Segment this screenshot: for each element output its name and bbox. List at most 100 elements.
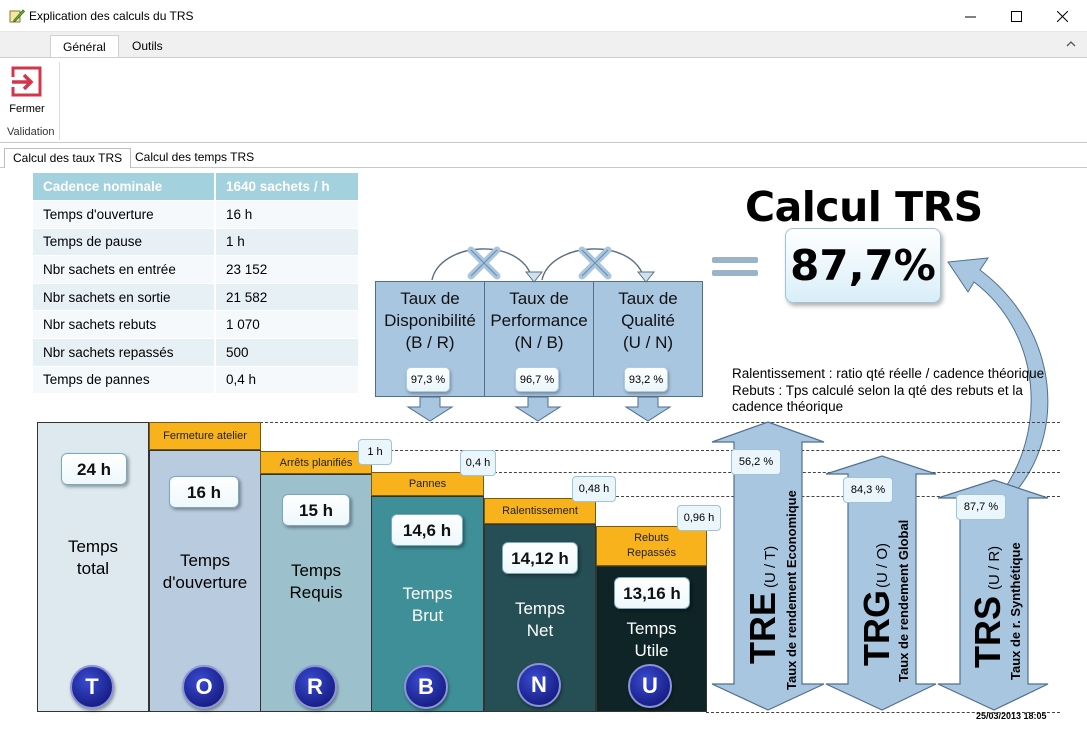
- indicator-fullname: Taux de r. Synthétique: [1008, 542, 1023, 680]
- indicator-abbr: TRS: [967, 596, 1008, 668]
- minimize-icon: [964, 16, 976, 17]
- column-value: 14,6 h: [391, 514, 463, 546]
- column-name: Temps total: [67, 537, 119, 578]
- indicator-ratio: (U / T): [762, 545, 779, 588]
- table-row: Nbr sachets en sortie 21 582: [33, 283, 358, 312]
- row-label: Temps d'ouverture: [33, 200, 216, 229]
- window-title: Explication des calculs du TRS: [29, 9, 194, 23]
- column-value: 14,12 h: [502, 542, 578, 574]
- indicator-fullname: Taux de rendement Economique: [784, 490, 799, 690]
- row-value: 1 070: [215, 310, 358, 340]
- table-row: Temps d'ouverture 16 h: [33, 200, 358, 229]
- table-row: Nbr sachets en entrée 23 152: [33, 255, 358, 284]
- tab-calcul-temps[interactable]: Calcul des temps TRS: [127, 148, 262, 168]
- indicator-ratio: (U / R): [986, 545, 1003, 590]
- row-label: Nbr sachets rebuts: [33, 310, 216, 340]
- column-temps-utile: Rebuts Repassés 13,16 h Temps Utile U: [596, 420, 707, 712]
- row-label: Temps de pannes: [33, 366, 216, 395]
- row-label: Nbr sachets en entrée: [33, 255, 216, 284]
- loss-label: 0,4 h: [460, 450, 496, 476]
- column-value: 16 h: [169, 476, 239, 508]
- table-row: Temps de pannes 0,4 h: [33, 366, 358, 395]
- column-name: Temps Brut: [402, 584, 453, 625]
- fermer-button[interactable]: Fermer: [6, 63, 48, 119]
- rate-name: Taux de Disponibilité (B / R): [384, 289, 476, 352]
- close-window-button[interactable]: [1039, 0, 1085, 32]
- column-name: Temps d'ouverture: [162, 551, 248, 592]
- exit-icon: [10, 66, 42, 97]
- calc-title: Calcul TRS: [745, 183, 983, 231]
- column-header: Rebuts Repassés: [596, 526, 707, 566]
- letter-badge: B: [404, 665, 448, 709]
- page-tabs: Calcul des taux TRS Calcul des temps TRS: [0, 144, 1087, 168]
- note-ralentissement: Ralentissement : ratio qté réelle / cade…: [732, 366, 1045, 381]
- row-value: 1 h: [215, 228, 358, 257]
- maximize-icon: [1010, 10, 1022, 22]
- row-value: 16 h: [215, 200, 358, 229]
- letter-badge: O: [182, 665, 226, 709]
- rate-box-disponibilite: Taux de Disponibilité (B / R) 97,3 %: [375, 281, 485, 397]
- column-name: Temps Utile: [626, 619, 677, 660]
- collapse-ribbon-icon[interactable]: [1066, 40, 1076, 48]
- indicator-abbr: TRG: [856, 590, 897, 666]
- letter-badge: R: [293, 665, 337, 709]
- header-value: 1640 sachets / h: [215, 173, 358, 202]
- minimize-button[interactable]: [947, 0, 993, 32]
- column-name: Temps Requis: [289, 561, 343, 602]
- column-value: 15 h: [282, 494, 350, 526]
- header-label: Cadence nominale: [33, 173, 216, 202]
- rate-percent: 93,2 %: [624, 367, 668, 392]
- ribbon-tabs: Général Outils: [0, 32, 1087, 58]
- table-header-row: Cadence nominale 1640 sachets / h: [33, 173, 358, 202]
- loss-label: 0,48 h: [572, 476, 616, 502]
- rate-name: Taux de Performance (N / B): [490, 289, 588, 352]
- column-temps-requis: Arrêts planifiés 15 h Temps Requis R: [260, 420, 372, 712]
- column-header: Arrêts planifiés: [260, 451, 372, 474]
- title-bar: Explication des calculs du TRS: [0, 0, 1087, 32]
- ribbon-group-separator: [59, 62, 60, 140]
- indicator-percent: 56,2 %: [731, 449, 781, 475]
- row-label: Nbr sachets repassés: [33, 338, 216, 367]
- row-label: Temps de pause: [33, 228, 216, 257]
- rate-percent: 97,3 %: [406, 367, 450, 392]
- indicator-abbr: TRE: [742, 592, 783, 664]
- column-header: Fermeture atelier: [149, 422, 261, 450]
- row-value: 0,4 h: [215, 366, 358, 395]
- indicator-percent: 87,7 %: [956, 494, 1006, 520]
- timestamp: 25/03/2013 18:05: [976, 711, 1047, 721]
- column-temps-total: 24 h Temps total T: [37, 420, 149, 712]
- fermer-label: Fermer: [9, 103, 45, 115]
- app-pencil-icon: [9, 9, 25, 23]
- multiply-x-icon: [578, 246, 612, 280]
- notes: Ralentissement : ratio qté réelle / cade…: [732, 366, 1072, 416]
- column-temps-ouverture: Fermeture atelier 16 h Temps d'ouverture …: [149, 420, 261, 712]
- column-name: Temps Net: [514, 599, 566, 640]
- multiply-arcs: [431, 248, 656, 283]
- letter-badge: N: [517, 663, 561, 707]
- rate-box-performance: Taux de Performance (N / B) 96,7 %: [484, 281, 594, 397]
- ribbon-tab-outils[interactable]: Outils: [120, 35, 175, 58]
- rate-percent: 96,7 %: [515, 367, 559, 392]
- multiply-x-icon: [467, 246, 501, 280]
- note-rebuts: Rebuts : Tps calculé selon la qté des re…: [732, 382, 1023, 415]
- letter-badge: T: [70, 665, 114, 709]
- indicator-percent: 84,3 %: [843, 477, 893, 503]
- trs-result: 87,7%: [785, 228, 941, 303]
- row-value: 23 152: [215, 255, 358, 284]
- equals-sign: [712, 257, 758, 278]
- close-icon: [1056, 10, 1068, 22]
- maximize-button[interactable]: [993, 0, 1039, 32]
- ribbon-group-label: Validation: [7, 126, 55, 138]
- indicator-ratio: (U / O): [874, 543, 891, 588]
- letter-badge: U: [628, 664, 672, 708]
- column-temps-net: Ralentissement 14,12 h Temps Net N: [484, 420, 596, 712]
- row-label: Nbr sachets en sortie: [33, 283, 216, 312]
- column-value: 13,16 h: [614, 577, 690, 609]
- rate-box-qualite: Taux de Qualité (U / N) 93,2 %: [593, 281, 703, 397]
- loss-label: 1 h: [358, 439, 392, 465]
- tab-calcul-taux[interactable]: Calcul des taux TRS: [4, 148, 132, 168]
- table-row: Temps de pause 1 h: [33, 228, 358, 257]
- ribbon-tab-general[interactable]: Général: [50, 35, 119, 58]
- ribbon-body: Fermer Validation: [0, 57, 1087, 143]
- table-row: Nbr sachets repassés 500: [33, 338, 358, 367]
